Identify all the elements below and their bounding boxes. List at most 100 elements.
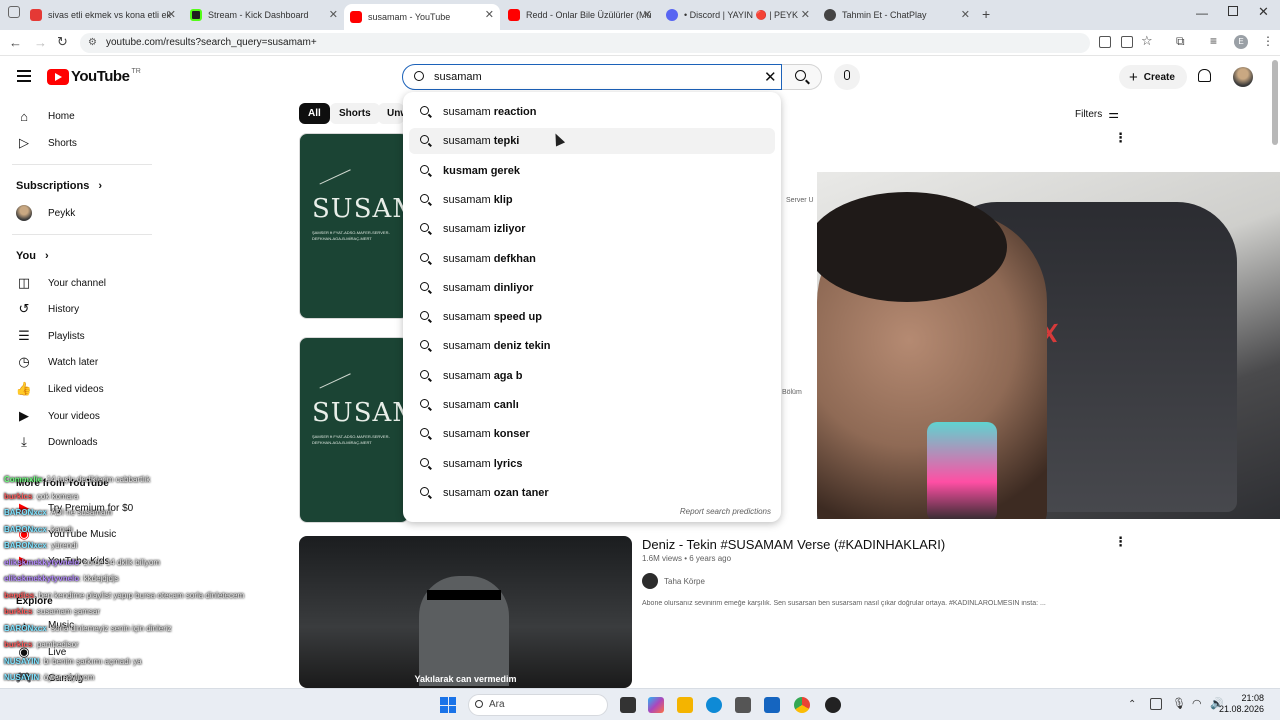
more-actions-icon[interactable]: ⋮ xyxy=(1114,534,1127,550)
search-suggestion[interactable]: susamam dinliyor xyxy=(409,275,775,301)
you-heading[interactable]: You › xyxy=(16,250,49,262)
guide-item-home[interactable]: ⌂ Home xyxy=(16,104,75,128)
close-tab-icon[interactable]: ✕ xyxy=(643,8,652,21)
minimize-button[interactable]: — xyxy=(1196,6,1208,20)
new-tab-button[interactable]: + xyxy=(982,6,990,22)
filters-button[interactable]: Filters ⚌ xyxy=(1075,107,1119,121)
result-channel[interactable]: Taha Körpe xyxy=(642,573,705,589)
guide-item-shorts[interactable]: ▷ Shorts xyxy=(16,131,77,155)
account-avatar[interactable] xyxy=(1233,67,1253,87)
search-suggestion[interactable]: susamam reaction xyxy=(409,99,775,125)
youtube-logo[interactable]: YouTube TR xyxy=(47,68,141,85)
edge-icon[interactable] xyxy=(706,697,722,713)
network-icon[interactable] xyxy=(1150,698,1162,710)
create-button[interactable]: + Create xyxy=(1119,65,1187,89)
close-window-button[interactable]: ✕ xyxy=(1258,4,1269,20)
search-suggestion[interactable]: susamam canlı xyxy=(409,392,775,418)
search-suggestion[interactable]: susamam ozan taner xyxy=(409,480,775,506)
guide-item-subscription[interactable]: Peykk xyxy=(16,201,75,225)
browser-tab-active[interactable]: susamam - YouTube ✕ xyxy=(344,4,500,30)
browser-tab[interactable]: Tahmin Et - ChatPlay ✕ xyxy=(818,4,976,26)
translate-icon[interactable] xyxy=(1099,36,1111,48)
search-suggestion[interactable]: susamam speed up xyxy=(409,304,775,330)
search-suggestion[interactable]: susamam izliyor xyxy=(409,216,775,242)
address-url: youtube.com/results?search_query=susamam… xyxy=(106,37,317,48)
chip-unwatched[interactable]: Unw xyxy=(378,103,404,124)
guide-item-history[interactable]: ↺ History xyxy=(16,297,80,321)
search-suggestion[interactable]: susamam lyrics xyxy=(409,451,775,477)
search-suggestion[interactable]: susamam aga b xyxy=(409,363,775,389)
chip-shorts[interactable]: Shorts xyxy=(330,103,380,124)
clear-search-icon[interactable]: ✕ xyxy=(764,68,777,86)
suggestion-completion: defkhan xyxy=(493,252,536,265)
taskbar-search[interactable]: Ara xyxy=(468,694,608,716)
video-thumbnail[interactable]: Yakılarak can vermedim xyxy=(299,536,632,688)
search-suggestion[interactable]: susamam defkhan xyxy=(409,246,775,272)
copilot-icon[interactable] xyxy=(648,697,664,713)
search-suggestion[interactable]: susamam deniz tekin xyxy=(409,333,775,359)
more-actions-icon[interactable]: ⋮ xyxy=(1114,130,1127,146)
browser-tab[interactable]: Stream - Kick Dashboard ✕ xyxy=(184,4,344,26)
search-suggestion[interactable]: susamam tepki xyxy=(409,128,775,155)
extensions-icon[interactable]: ⧉ xyxy=(1176,34,1185,49)
taskbar-clock[interactable]: 21:08 21.08.2026 xyxy=(1219,693,1264,715)
suggestion-completion: reaction xyxy=(493,106,537,118)
file-explorer-icon[interactable] xyxy=(677,697,693,713)
hamburger-menu-icon[interactable] xyxy=(17,70,31,82)
reload-icon[interactable]: ↻ xyxy=(57,34,68,50)
browser-tab[interactable]: Redd - Onlar Bile Üzülürler (Mü ✕ xyxy=(502,4,658,26)
guide-item-your-channel[interactable]: ◫ Your channel xyxy=(16,271,106,295)
video-thumbnail[interactable]: SUSAMAM ŞAMSER ft FYAT-ADSO-MAFER-SERVER… xyxy=(299,337,409,523)
browser-menu-icon[interactable]: ⋮ xyxy=(1262,34,1274,48)
wifi-icon[interactable]: ◠ xyxy=(1192,697,1202,710)
chrome-icon[interactable] xyxy=(794,697,810,713)
guide-item-playlists[interactable]: ☰ Playlists xyxy=(16,324,85,348)
suggestion-completion: tepki xyxy=(493,135,520,148)
search-suggestion[interactable]: susamam konser xyxy=(409,421,775,447)
address-bar[interactable]: ⚙ youtube.com/results?search_query=susam… xyxy=(80,33,1090,53)
subscriptions-heading[interactable]: Subscriptions › xyxy=(16,180,102,192)
search-suggestion[interactable]: kusmam gerek xyxy=(409,158,775,184)
guide-item-downloads[interactable]: ⤓ Downloads xyxy=(16,430,97,454)
reading-list-icon[interactable]: ≡ xyxy=(1210,34,1217,48)
search-input[interactable]: susamam ✕ xyxy=(402,64,782,90)
chevron-up-icon[interactable]: ⌃ xyxy=(1128,699,1136,710)
page-scrollbar[interactable] xyxy=(1272,60,1278,145)
browser-tab[interactable]: • Discord | YAYIN 🔴 | PEYK ✕ xyxy=(660,4,816,26)
task-view-icon[interactable] xyxy=(620,697,636,713)
obs-icon[interactable] xyxy=(825,697,841,713)
report-search-predictions-link[interactable]: Report search predictions xyxy=(680,507,771,516)
site-info-icon[interactable]: ⚙ xyxy=(88,33,97,53)
store-icon[interactable] xyxy=(735,697,751,713)
close-tab-icon[interactable]: ✕ xyxy=(801,8,810,21)
guide-item-liked-videos[interactable]: 👍 Liked videos xyxy=(16,377,104,401)
close-tab-icon[interactable]: ✕ xyxy=(961,8,970,21)
search-suggestion[interactable]: susamam klip xyxy=(409,187,775,213)
close-tab-icon[interactable]: ✕ xyxy=(329,8,338,21)
browser-tab-title: Tahmin Et - ChatPlay xyxy=(842,10,927,20)
windows-start-icon[interactable] xyxy=(440,697,456,713)
maximize-button[interactable] xyxy=(1228,6,1238,16)
profile-avatar[interactable]: E xyxy=(1234,35,1248,49)
forward-arrow-icon[interactable]: → xyxy=(34,35,47,50)
chip-all[interactable]: All xyxy=(299,103,330,124)
result-title[interactable]: Deniz - Tekin #SUSAMAM Verse (#KADINHAKL… xyxy=(642,537,1102,552)
bookmark-star-icon[interactable]: ☆ xyxy=(1141,33,1153,49)
close-tab-icon[interactable]: ✕ xyxy=(167,8,176,21)
chat-username: bendiss xyxy=(4,590,35,600)
install-app-icon[interactable] xyxy=(1121,36,1133,48)
chat-message: BARONxcx: ADI ne susamam xyxy=(4,508,112,517)
search-icon xyxy=(419,486,433,500)
tab-search-icon[interactable] xyxy=(8,6,20,18)
microphone-icon[interactable]: 🎙 xyxy=(1172,697,1186,710)
search-button[interactable] xyxy=(782,64,822,90)
back-arrow-icon[interactable]: ← xyxy=(9,35,22,50)
close-tab-icon[interactable]: ✕ xyxy=(485,8,494,21)
guide-item-watch-later[interactable]: ◷ Watch later xyxy=(16,350,98,374)
guide-item-your-videos[interactable]: ▶ Your videos xyxy=(16,404,100,428)
browser-tab[interactable]: sivas etli ekmek vs kona etli ek ✕ xyxy=(24,4,182,26)
notifications-bell-icon[interactable] xyxy=(1198,69,1211,82)
video-thumbnail[interactable]: SUSAMAM ŞAMSER ft FYAT-ADSO-MAFER-SERVER… xyxy=(299,133,409,319)
mail-icon[interactable] xyxy=(764,697,780,713)
voice-search-button[interactable] xyxy=(834,64,860,90)
